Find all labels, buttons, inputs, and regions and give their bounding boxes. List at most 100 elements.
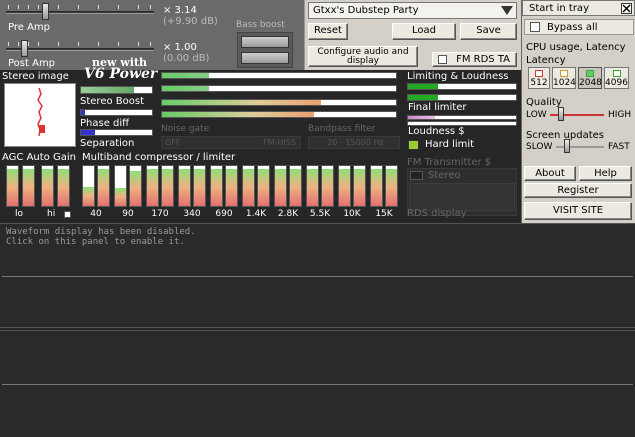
band-690-meter-1	[210, 165, 223, 207]
help-button[interactable]: Help	[579, 166, 632, 181]
visit-site-button[interactable]: VISIT SITE	[524, 202, 632, 220]
bypass-all-checkbox[interactable]	[530, 22, 540, 32]
postamp-slider-knob[interactable]	[21, 40, 28, 57]
close-icon[interactable]	[621, 3, 632, 14]
waveform-center-line	[2, 276, 633, 277]
band-label-170: 170	[151, 209, 169, 219]
band-label-2.8K: 2.8K	[277, 209, 299, 219]
quality-slider-knob[interactable]	[558, 107, 564, 121]
loudness-label: Loudness $	[408, 126, 465, 137]
bypass-all-row[interactable]: Bypass all	[524, 19, 634, 35]
band-5.5K-meter-2-fill	[322, 168, 333, 206]
start-in-tray-row[interactable]: Start in tray	[522, 0, 635, 16]
hard-limit-label: Hard limit	[425, 139, 475, 150]
about-button[interactable]: About	[524, 166, 576, 181]
band-15K-meter-1-fill	[371, 168, 382, 206]
agc-settings-icon[interactable]	[64, 211, 71, 218]
band-10K-meter-1	[338, 165, 351, 207]
save-button[interactable]: Save	[460, 23, 517, 40]
fm-rds-ta-label: FM RDS TA	[456, 54, 510, 65]
band-170-meter-1-fill	[147, 168, 158, 206]
latency-option-512[interactable]: 512	[528, 67, 550, 89]
latency-option-2048[interactable]: 2048	[578, 67, 602, 89]
final-limiter-label: Final limiter	[408, 102, 467, 113]
limiting-meter-1	[407, 83, 517, 90]
fm-rds-ta-button[interactable]: FM RDS TA	[432, 52, 517, 67]
band-label-10K: 10K	[343, 209, 361, 219]
band-15K-meter-2-fill	[386, 168, 397, 206]
band-label-5.5K: 5.5K	[309, 209, 331, 219]
band-90-meter-1-fill	[115, 188, 126, 206]
band-690-meter-2-fill	[226, 168, 237, 206]
band-1.4K-meter-2	[257, 165, 270, 207]
waveform-panel-top[interactable]: Waveform display has been disabled. Clic…	[0, 223, 635, 328]
settings-panel: Start in tray Bypass all CPU usage, Late…	[521, 0, 635, 223]
agc-meter-3	[41, 165, 54, 207]
band-label-1.4K: 1.4K	[245, 209, 267, 219]
latency-512-indicator	[535, 70, 543, 77]
band-5.5K-meter-2	[321, 165, 334, 207]
fm-stereo-toggle[interactable]	[410, 171, 423, 180]
band-1.4K-meter-1	[242, 165, 255, 207]
waveform-panel-bottom[interactable]	[0, 330, 635, 437]
fm-stereo-label: Stereo	[428, 170, 461, 181]
latency-options: 512 1024 2048 4096	[525, 67, 631, 91]
fm-rds-ta-checkbox[interactable]	[438, 55, 447, 64]
band-2.8K-meter-2	[289, 165, 302, 207]
band-2.8K-meter-1-fill	[275, 168, 286, 206]
band-40-meter-2-fill	[98, 168, 109, 206]
limiting-panel: Final limiter Loudness $ Hard limit	[407, 83, 517, 153]
band-40-meter-1-fill	[83, 186, 94, 206]
band-40-meter-2	[97, 165, 110, 207]
hard-limit-indicator[interactable]	[408, 140, 419, 150]
final-limiter-meter	[407, 115, 517, 120]
band-1.4K-meter-1-fill	[243, 168, 254, 206]
quality-label: Quality	[526, 97, 562, 108]
waveform-message-line1: Waveform display has been disabled.	[6, 227, 196, 237]
band-10K-meter-2	[353, 165, 366, 207]
agc-meter-4-fill	[58, 168, 69, 206]
waveform-message-line2: Click on this panel to enable it.	[6, 237, 185, 247]
register-button[interactable]: Register	[524, 183, 632, 198]
band-170-meter-2	[161, 165, 174, 207]
latency-option-4096[interactable]: 4096	[604, 67, 629, 89]
band-2.8K-meter-1	[274, 165, 287, 207]
band-690-meter-2	[225, 165, 238, 207]
stereo-trace-graphic	[37, 87, 43, 137]
band-15K-meter-1	[370, 165, 383, 207]
band-170-meter-2-fill	[162, 168, 173, 206]
fm-transmitter-title: FM Transmitter $	[407, 157, 492, 168]
dropdown-arrow-icon[interactable]	[500, 4, 514, 17]
band-90-meter-1	[114, 165, 127, 207]
band-15K-meter-2	[385, 165, 398, 207]
preamp-label: Pre Amp	[8, 22, 51, 33]
band-label-90: 90	[122, 209, 134, 219]
band-2.8K-meter-2-fill	[290, 168, 301, 206]
limiting-meter-1-fill	[408, 84, 439, 89]
band-40-meter-1	[82, 165, 95, 207]
cpu-usage-title: CPU usage, Latency	[526, 42, 626, 53]
latency-1024-indicator	[560, 70, 568, 77]
band-170-meter-1	[146, 165, 159, 207]
band-label-340: 340	[183, 209, 201, 219]
updates-slider-knob[interactable]	[564, 139, 570, 153]
agc-hi-label: hi	[47, 209, 56, 219]
quality-high-label: HIGH	[608, 110, 632, 120]
azimuth-marker	[39, 125, 45, 133]
agc-meter-1	[6, 165, 19, 207]
bypass-all-label: Bypass all	[547, 22, 598, 33]
latency-4096-indicator	[612, 70, 621, 77]
postamp-label: Post Amp	[8, 58, 56, 69]
latency-2048-indicator	[586, 70, 594, 77]
stereo-image-title: Stereo image	[2, 71, 69, 82]
azimuth-label: Azimuth	[6, 138, 48, 149]
limiting-title: Limiting & Loudness	[407, 71, 509, 82]
limiting-meter-2	[407, 94, 517, 101]
band-690-meter-1-fill	[211, 168, 222, 206]
band-label-690: 690	[215, 209, 233, 219]
fm-rds-box[interactable]	[409, 183, 515, 211]
band-5.5K-meter-1-fill	[307, 168, 318, 206]
agc-lo-label: lo	[15, 209, 24, 219]
preamp-slider-knob[interactable]	[42, 3, 49, 20]
latency-option-1024[interactable]: 1024	[552, 67, 576, 89]
